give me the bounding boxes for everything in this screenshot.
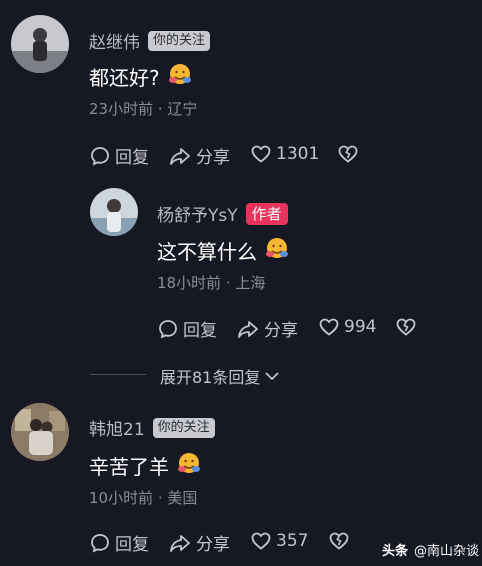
like-count: 1301 [276, 144, 320, 164]
avatar[interactable] [11, 403, 69, 461]
share-label: 分享 [196, 535, 230, 555]
reply-label: 回复 [115, 148, 149, 168]
chevron-down-icon [265, 372, 280, 381]
reply-label: 回复 [115, 535, 149, 555]
broken-heart-icon [338, 145, 358, 163]
comment-meta: 18小时前 · 上海 [157, 274, 266, 292]
hug-emoji-icon [168, 62, 192, 91]
like-button[interactable]: 1301 [250, 143, 319, 165]
watermark-brand: 头条 [382, 544, 409, 559]
expand-replies-button[interactable]: 展开81条回复 [160, 364, 282, 388]
avatar[interactable] [90, 188, 138, 236]
reply-icon [91, 146, 109, 166]
follow-badge: 你的关注 [152, 417, 215, 438]
comment-meta: 10小时前 · 美国 [89, 489, 198, 507]
dislike-button[interactable] [337, 143, 359, 169]
hug-emoji-icon [177, 451, 201, 480]
share-button[interactable]: 分享 [236, 316, 298, 341]
heart-icon [319, 318, 339, 336]
comment-text: 这不算什么 [157, 236, 289, 265]
like-count: 994 [344, 317, 377, 337]
follow-badge: 你的关注 [148, 30, 211, 51]
author-name[interactable]: 杨舒予YsY [157, 201, 238, 226]
author-name[interactable]: 赵继伟 [89, 28, 140, 53]
broken-heart-icon [329, 532, 349, 550]
avatar[interactable] [11, 15, 69, 73]
dislike-button[interactable] [395, 316, 417, 342]
share-button[interactable]: 分享 [168, 530, 230, 555]
watermark: 头条 @南山杂谈 [382, 540, 479, 559]
comment-text: 都还好? [89, 62, 192, 91]
share-label: 分享 [264, 321, 298, 341]
reply-button[interactable]: 回复 [89, 530, 149, 555]
comment-text: 辛苦了羊 [89, 451, 201, 480]
expand-replies-label: 展开81条回复 [160, 368, 261, 387]
comment-text-label: 辛苦了羊 [89, 455, 169, 479]
share-icon [170, 147, 190, 165]
share-icon [238, 320, 258, 338]
reply-icon [159, 319, 177, 339]
author-name[interactable]: 韩旭21 [89, 415, 145, 440]
hug-emoji-icon [265, 236, 289, 265]
dislike-button[interactable] [328, 530, 350, 556]
divider [90, 374, 146, 375]
reply-label: 回复 [183, 321, 217, 341]
share-button[interactable]: 分享 [168, 143, 230, 168]
comment-meta: 23小时前 · 辽宁 [89, 100, 198, 118]
author-badge: 作者 [245, 202, 288, 225]
comment-text-label: 都还好? [89, 66, 160, 90]
heart-icon [251, 145, 271, 163]
heart-icon [251, 532, 271, 550]
comment-text-label: 这不算什么 [157, 240, 257, 264]
watermark-account: @南山杂谈 [414, 544, 480, 559]
broken-heart-icon [396, 318, 416, 336]
like-count: 357 [276, 531, 309, 551]
reply-icon [91, 533, 109, 553]
like-button[interactable]: 994 [318, 316, 376, 338]
reply-button[interactable]: 回复 [89, 143, 149, 168]
reply-button[interactable]: 回复 [157, 316, 217, 341]
share-label: 分享 [196, 148, 230, 168]
share-icon [170, 534, 190, 552]
like-button[interactable]: 357 [250, 530, 308, 552]
